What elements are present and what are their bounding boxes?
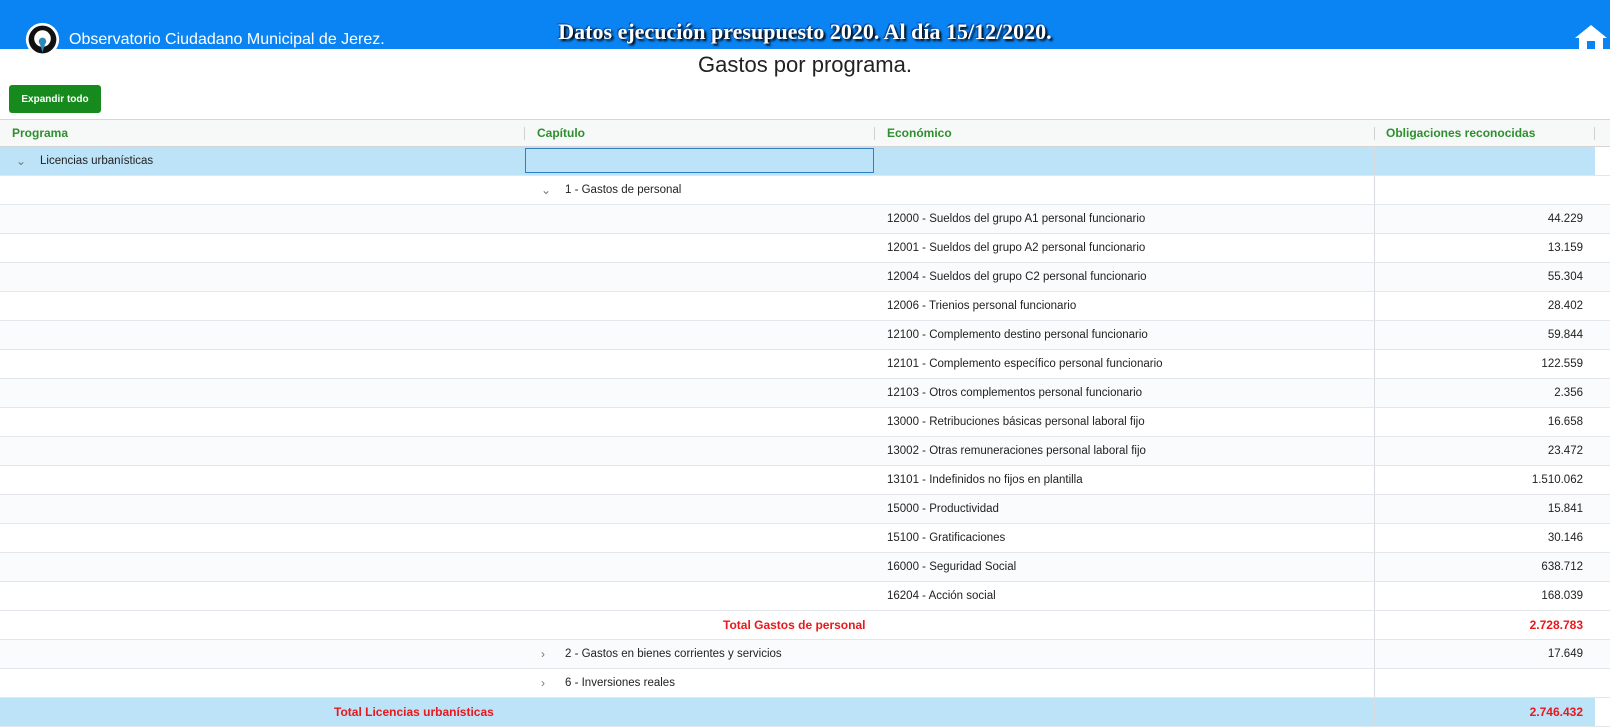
economic-value: 16.658 [1547,416,1583,428]
page-subtitle: Gastos por programa. [698,52,912,77]
economic-label: 12006 - Trienios personal funcionario [887,300,1077,312]
program-total-value: 2.746.432 [1529,705,1583,719]
column-separator[interactable] [1594,127,1595,140]
grid-right-margin [1595,147,1610,175]
program-total-row: Total Licencias urbanísticas 2.746.432 [0,698,1610,727]
economic-row[interactable]: 16000 - Seguridad Social 638.712 [0,553,1610,582]
chapter-row[interactable]: › 2 - Gastos en bienes corrientes y serv… [0,640,1610,669]
economic-row[interactable]: 16204 - Acción social 168.039 [0,582,1610,611]
column-divider [1374,205,1375,233]
column-divider [1374,379,1375,407]
page-banner-title: Datos ejecución presupuesto 2020. Al día… [558,19,1052,44]
economic-value: 1.510.062 [1531,474,1583,486]
economic-row[interactable]: 13101 - Indefinidos no fijos en plantill… [0,466,1610,495]
economic-row[interactable]: 12001 - Sueldos del grupo A2 personal fu… [0,234,1610,263]
column-divider [1374,292,1375,320]
column-divider [1374,176,1375,204]
economic-label: 13000 - Retribuciones básicas personal l… [887,416,1145,428]
economic-row[interactable]: 12100 - Complemento destino personal fun… [0,321,1610,350]
economic-value: 638.712 [1541,561,1583,573]
column-divider [1374,495,1375,523]
chapter-label: 2 - Gastos en bienes corrientes y servic… [565,648,782,660]
economic-label: 12103 - Otros complementos personal func… [887,387,1143,399]
economic-value: 168.039 [1541,590,1583,602]
grid-header: Programa Capítulo Económico Obligaciones… [0,119,1610,147]
program-label: Licencias urbanísticas [40,155,154,167]
economic-label: 16000 - Seguridad Social [887,561,1017,573]
economic-row[interactable]: 13002 - Otras remuneraciones personal la… [0,437,1610,466]
column-divider [1374,669,1375,697]
column-divider [1374,350,1375,378]
chapter-label: 6 - Inversiones reales [565,677,675,689]
economic-label: 15100 - Gratificaciones [887,532,1006,544]
focused-cell[interactable] [525,148,874,173]
program-total-label: Total Licencias urbanísticas [334,705,494,719]
economic-label: 13002 - Otras remuneraciones personal la… [887,445,1146,457]
economic-value: 15.841 [1547,503,1583,515]
economic-row[interactable]: 12103 - Otros complementos personal func… [0,379,1610,408]
column-divider [1374,698,1375,726]
economic-label: 13101 - Indefinidos no fijos en plantill… [887,474,1083,486]
column-divider [1374,582,1375,610]
economic-label: 12004 - Sueldos del grupo C2 personal fu… [887,271,1147,283]
economic-value: 13.159 [1547,242,1583,254]
economic-row[interactable]: 12006 - Trienios personal funcionario 28.… [0,292,1610,321]
economic-label: 12000 - Sueldos del grupo A1 personal fu… [887,213,1146,225]
economic-value: 44.229 [1547,213,1583,225]
economic-row[interactable]: 15100 - Gratificaciones 30.146 [0,524,1610,553]
column-divider [1374,611,1375,639]
economic-label: 12100 - Complemento destino personal fun… [887,329,1148,341]
chevron-right-icon[interactable]: › [541,640,545,668]
column-divider [1374,553,1375,581]
column-divider [1374,437,1375,465]
economic-rows: 12000 - Sueldos del grupo A1 personal fu… [0,205,1610,611]
economic-row[interactable]: 12000 - Sueldos del grupo A1 personal fu… [0,205,1610,234]
economic-row[interactable]: 12004 - Sueldos del grupo C2 personal fu… [0,263,1610,292]
column-header-obligaciones[interactable]: Obligaciones reconocidas [1386,120,1535,146]
column-header-programa[interactable]: Programa [12,120,68,146]
grid-right-margin [1595,698,1610,726]
expand-all-button[interactable]: Expandir todo [9,85,101,113]
chapter-total-value: 2.728.783 [1529,618,1583,632]
column-separator[interactable] [1374,127,1375,140]
column-divider [1374,524,1375,552]
economic-value: 30.146 [1547,532,1583,544]
column-divider [1374,408,1375,436]
column-divider [1374,640,1375,668]
economic-label: 12001 - Sueldos del grupo A2 personal fu… [887,242,1146,254]
chevron-down-icon[interactable]: ⌄ [541,176,551,204]
chevron-down-icon[interactable]: ⌄ [16,147,26,175]
column-separator[interactable] [874,127,875,140]
chapter-row[interactable]: › 6 - Inversiones reales [0,669,1610,698]
column-divider [1374,147,1375,175]
economic-value: 55.304 [1547,271,1583,283]
column-divider [1374,263,1375,291]
column-separator[interactable] [524,127,525,140]
economic-label: 16204 - Acción social [887,590,996,602]
economic-value: 2.356 [1554,387,1583,399]
economic-label: 12101 - Complemento específico personal … [887,358,1163,370]
column-divider [1374,234,1375,262]
economic-label: 15000 - Productividad [887,503,999,515]
program-row[interactable]: ⌄ Licencias urbanísticas [0,147,1610,176]
economic-row[interactable]: 12101 - Complemento específico personal … [0,350,1610,379]
column-header-capitulo[interactable]: Capítulo [537,120,585,146]
chapter-label: 1 - Gastos de personal [565,184,682,196]
economic-value: 28.402 [1547,300,1583,312]
column-divider [1374,321,1375,349]
economic-value: 23.472 [1547,445,1583,457]
home-icon[interactable] [1574,24,1608,50]
chapter-row[interactable]: ⌄ 1 - Gastos de personal [0,176,1610,205]
column-divider [1374,466,1375,494]
chapter-total-label: Total Gastos de personal [723,618,866,632]
column-header-economico[interactable]: Económico [887,120,952,146]
budget-tree-grid: Programa Capítulo Económico Obligaciones… [0,119,1610,727]
economic-value: 59.844 [1547,329,1583,341]
economic-row[interactable]: 15000 - Productividad 15.841 [0,495,1610,524]
economic-value: 122.559 [1541,358,1583,370]
chevron-right-icon[interactable]: › [541,669,545,697]
chapter-value: 17.649 [1547,648,1583,660]
chapter-total-row: Total Gastos de personal 2.728.783 [0,611,1610,640]
economic-row[interactable]: 13000 - Retribuciones básicas personal l… [0,408,1610,437]
